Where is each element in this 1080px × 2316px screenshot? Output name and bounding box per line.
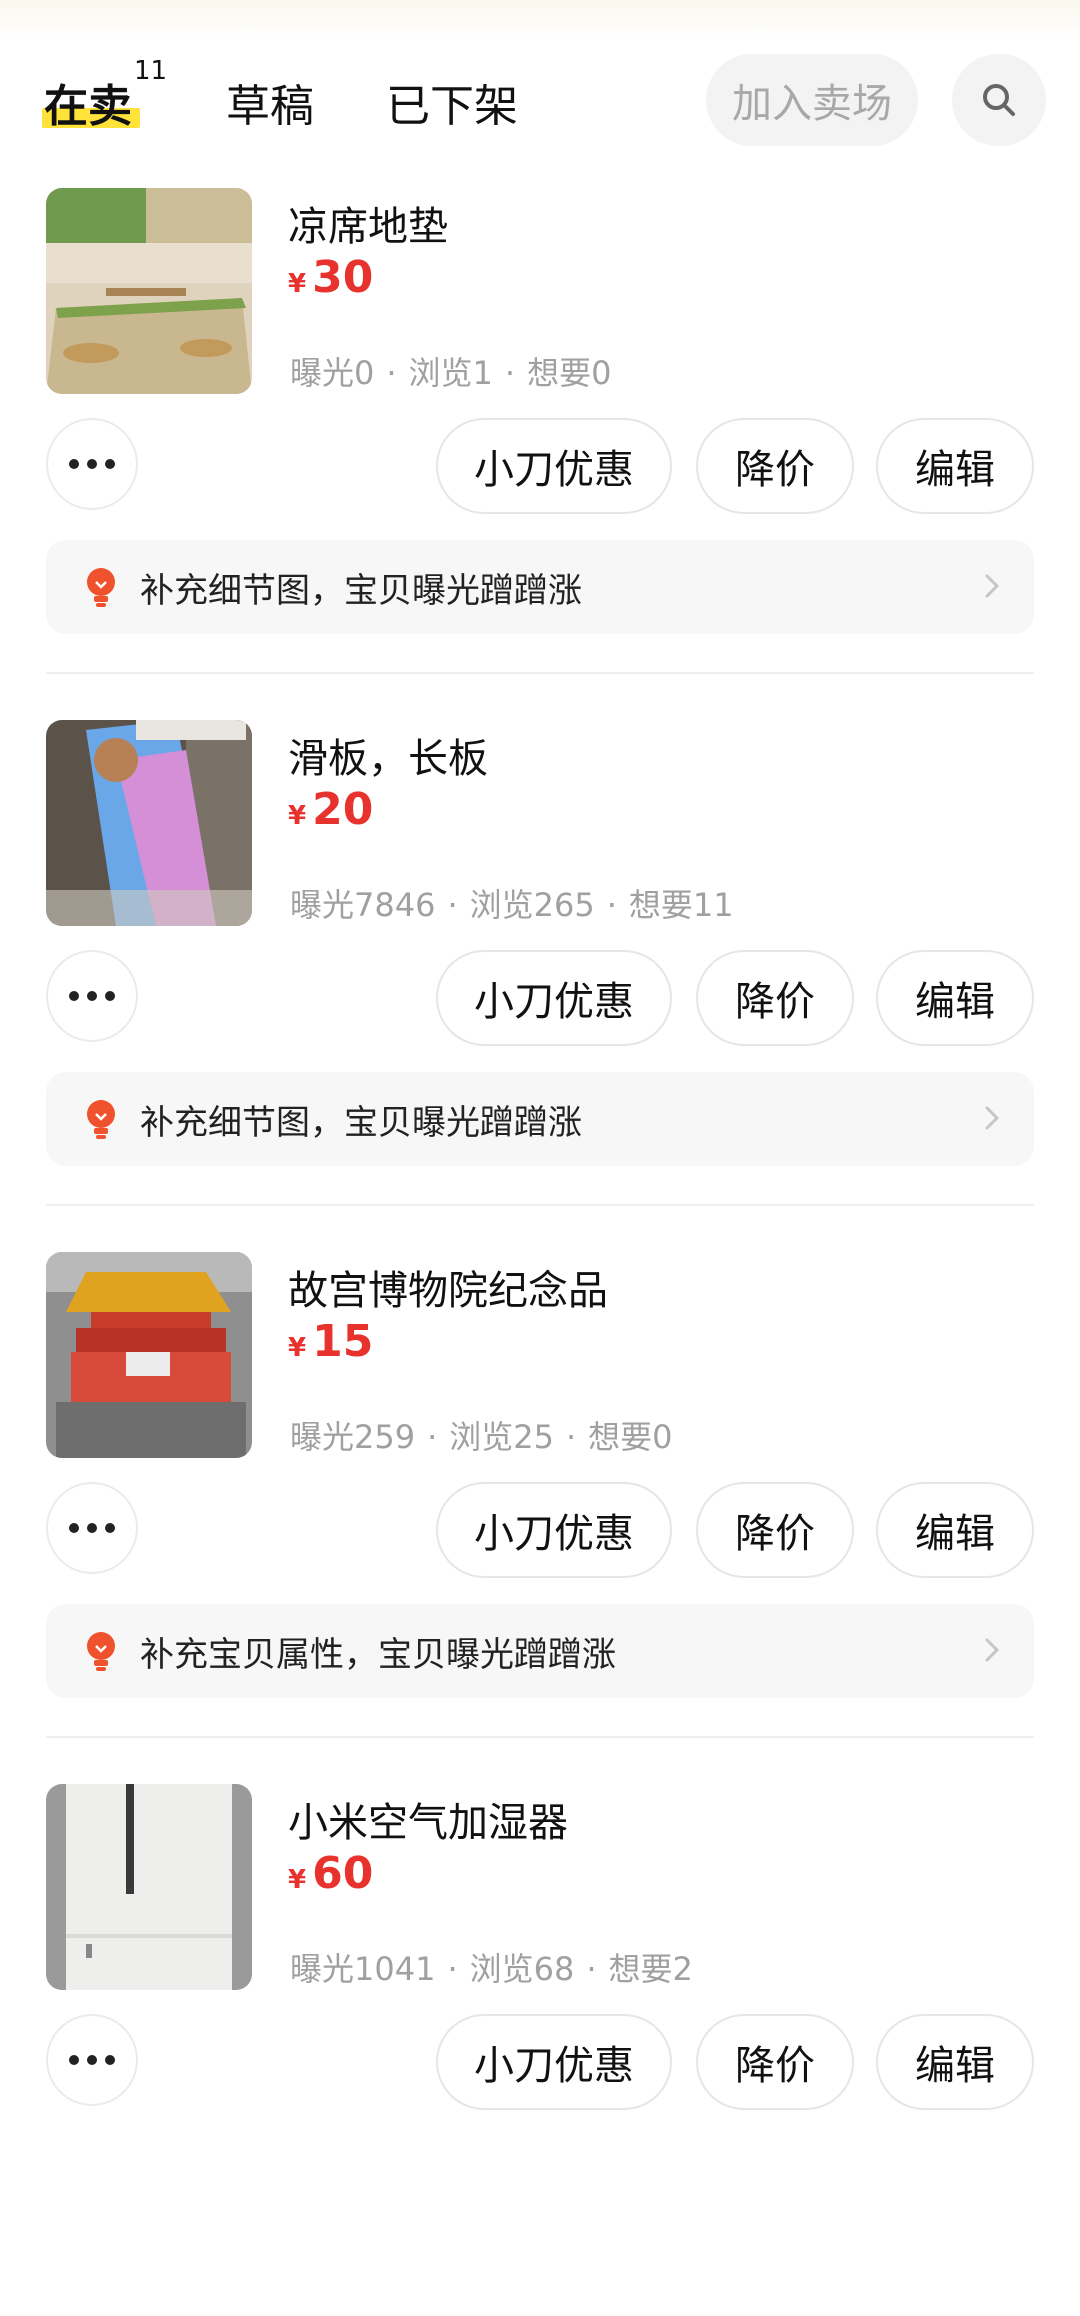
currency-symbol: ¥ [288, 269, 307, 299]
discount-button[interactable]: 小刀优惠 [436, 2014, 672, 2110]
item-thumbnail[interactable] [46, 1252, 252, 1458]
stat-wants: 想要0 [527, 354, 612, 392]
listing-item: 滑板，长板 ¥20 曝光7846 · 浏览265 · 想要11 小刀优惠 降价 编辑 补… [0, 720, 1080, 1252]
listing-tabs: 在卖 11 草稿 已下架 加入卖场 [0, 48, 1080, 158]
more-options-button[interactable] [46, 950, 138, 1042]
stat-wants: 想要0 [588, 1418, 673, 1456]
more-options-button[interactable] [46, 418, 138, 510]
item-price: ¥20 [288, 784, 373, 835]
reduce-price-button[interactable]: 降价 [696, 1482, 854, 1578]
item-thumbnail[interactable] [46, 1784, 252, 1990]
item-title[interactable]: 小米空气加湿器 [288, 1790, 568, 1848]
tab-drafts[interactable]: 草稿 [226, 70, 314, 134]
tab-delisted[interactable]: 已下架 [386, 70, 518, 134]
tip-text: 补充细节图，宝贝曝光蹭蹭涨 [140, 570, 582, 611]
stat-exposure: 曝光0 [290, 354, 375, 392]
chevron-right-icon [985, 574, 1000, 598]
chevron-right-icon [985, 1638, 1000, 1662]
price-value: 15 [312, 1316, 374, 1367]
optimization-tip[interactable]: 补充宝贝属性，宝贝曝光蹭蹭涨 [46, 1604, 1034, 1698]
item-stats: 曝光259 · 浏览25 · 想要0 [290, 1418, 673, 1456]
join-market-button[interactable]: 加入卖场 [706, 54, 918, 146]
lightbulb-icon [87, 568, 115, 607]
tip-text: 补充细节图，宝贝曝光蹭蹭涨 [140, 1102, 582, 1143]
item-thumbnail[interactable] [46, 720, 252, 926]
item-stats: 曝光7846 · 浏览265 · 想要11 [290, 886, 734, 924]
discount-button[interactable]: 小刀优惠 [436, 950, 672, 1046]
more-dots-icon [69, 459, 79, 469]
search-icon [983, 84, 1015, 116]
item-title[interactable]: 滑板，长板 [288, 726, 488, 784]
stat-exposure: 曝光259 [290, 1418, 416, 1456]
search-button[interactable] [952, 54, 1046, 146]
tip-text: 补充宝贝属性，宝贝曝光蹭蹭涨 [140, 1634, 616, 1675]
reduce-price-button[interactable]: 降价 [696, 950, 854, 1046]
item-title[interactable]: 故宫博物院纪念品 [288, 1258, 608, 1316]
item-divider [46, 1204, 1034, 1206]
discount-button[interactable]: 小刀优惠 [436, 418, 672, 514]
reduce-price-button[interactable]: 降价 [696, 418, 854, 514]
item-price: ¥15 [288, 1316, 373, 1367]
item-thumbnail[interactable] [46, 188, 252, 394]
optimization-tip[interactable]: 补充细节图，宝贝曝光蹭蹭涨 [46, 1072, 1034, 1166]
more-dots-icon [69, 1523, 79, 1533]
stat-wants: 想要11 [628, 886, 734, 924]
listing-item: 故宫博物院纪念品 ¥15 曝光259 · 浏览25 · 想要0 小刀优惠 降价 编辑 补… [0, 1252, 1080, 1784]
item-divider [46, 672, 1034, 674]
currency-symbol: ¥ [288, 1333, 307, 1363]
stat-views: 浏览1 [408, 354, 493, 392]
stat-views: 浏览265 [469, 886, 595, 924]
item-stats: 曝光1041 · 浏览68 · 想要2 [290, 1950, 693, 1988]
listing-item: 小米空气加湿器 ¥60 曝光1041 · 浏览68 · 想要2 小刀优惠 降价 编辑 [0, 1784, 1080, 2316]
more-dots-icon [69, 2055, 79, 2065]
item-divider [46, 1736, 1034, 1738]
chevron-right-icon [985, 1106, 1000, 1130]
price-value: 20 [312, 784, 374, 835]
lightbulb-icon [87, 1632, 115, 1671]
more-options-button[interactable] [46, 2014, 138, 2106]
more-dots-icon [69, 991, 79, 1001]
tab-selling-count: 11 [134, 56, 168, 86]
edit-button[interactable]: 编辑 [876, 1482, 1034, 1578]
edit-button[interactable]: 编辑 [876, 950, 1034, 1046]
optimization-tip[interactable]: 补充细节图，宝贝曝光蹭蹭涨 [46, 540, 1034, 634]
stat-wants: 想要2 [608, 1950, 693, 1988]
reduce-price-button[interactable]: 降价 [696, 2014, 854, 2110]
stat-exposure: 曝光1041 [290, 1950, 436, 1988]
status-bar-area [0, 0, 1080, 40]
price-value: 30 [312, 252, 374, 303]
stat-exposure: 曝光7846 [290, 886, 436, 924]
currency-symbol: ¥ [288, 1865, 307, 1895]
tab-selling[interactable]: 在卖 11 [42, 56, 167, 134]
discount-button[interactable]: 小刀优惠 [436, 1482, 672, 1578]
edit-button[interactable]: 编辑 [876, 2014, 1034, 2110]
item-title[interactable]: 凉席地垫 [288, 194, 448, 252]
item-price: ¥30 [288, 252, 373, 303]
listing-item: 凉席地垫 ¥30 曝光0 · 浏览1 · 想要0 小刀优惠 降价 编辑 补充细节图，宝贝… [0, 188, 1080, 720]
stat-views: 浏览25 [449, 1418, 554, 1456]
item-price: ¥60 [288, 1848, 373, 1899]
stat-views: 浏览68 [469, 1950, 575, 1988]
currency-symbol: ¥ [288, 801, 307, 831]
item-stats: 曝光0 · 浏览1 · 想要0 [290, 354, 612, 392]
price-value: 60 [312, 1848, 374, 1899]
more-options-button[interactable] [46, 1482, 138, 1574]
lightbulb-icon [87, 1100, 115, 1139]
tab-selling-label: 在卖 [44, 81, 132, 132]
edit-button[interactable]: 编辑 [876, 418, 1034, 514]
